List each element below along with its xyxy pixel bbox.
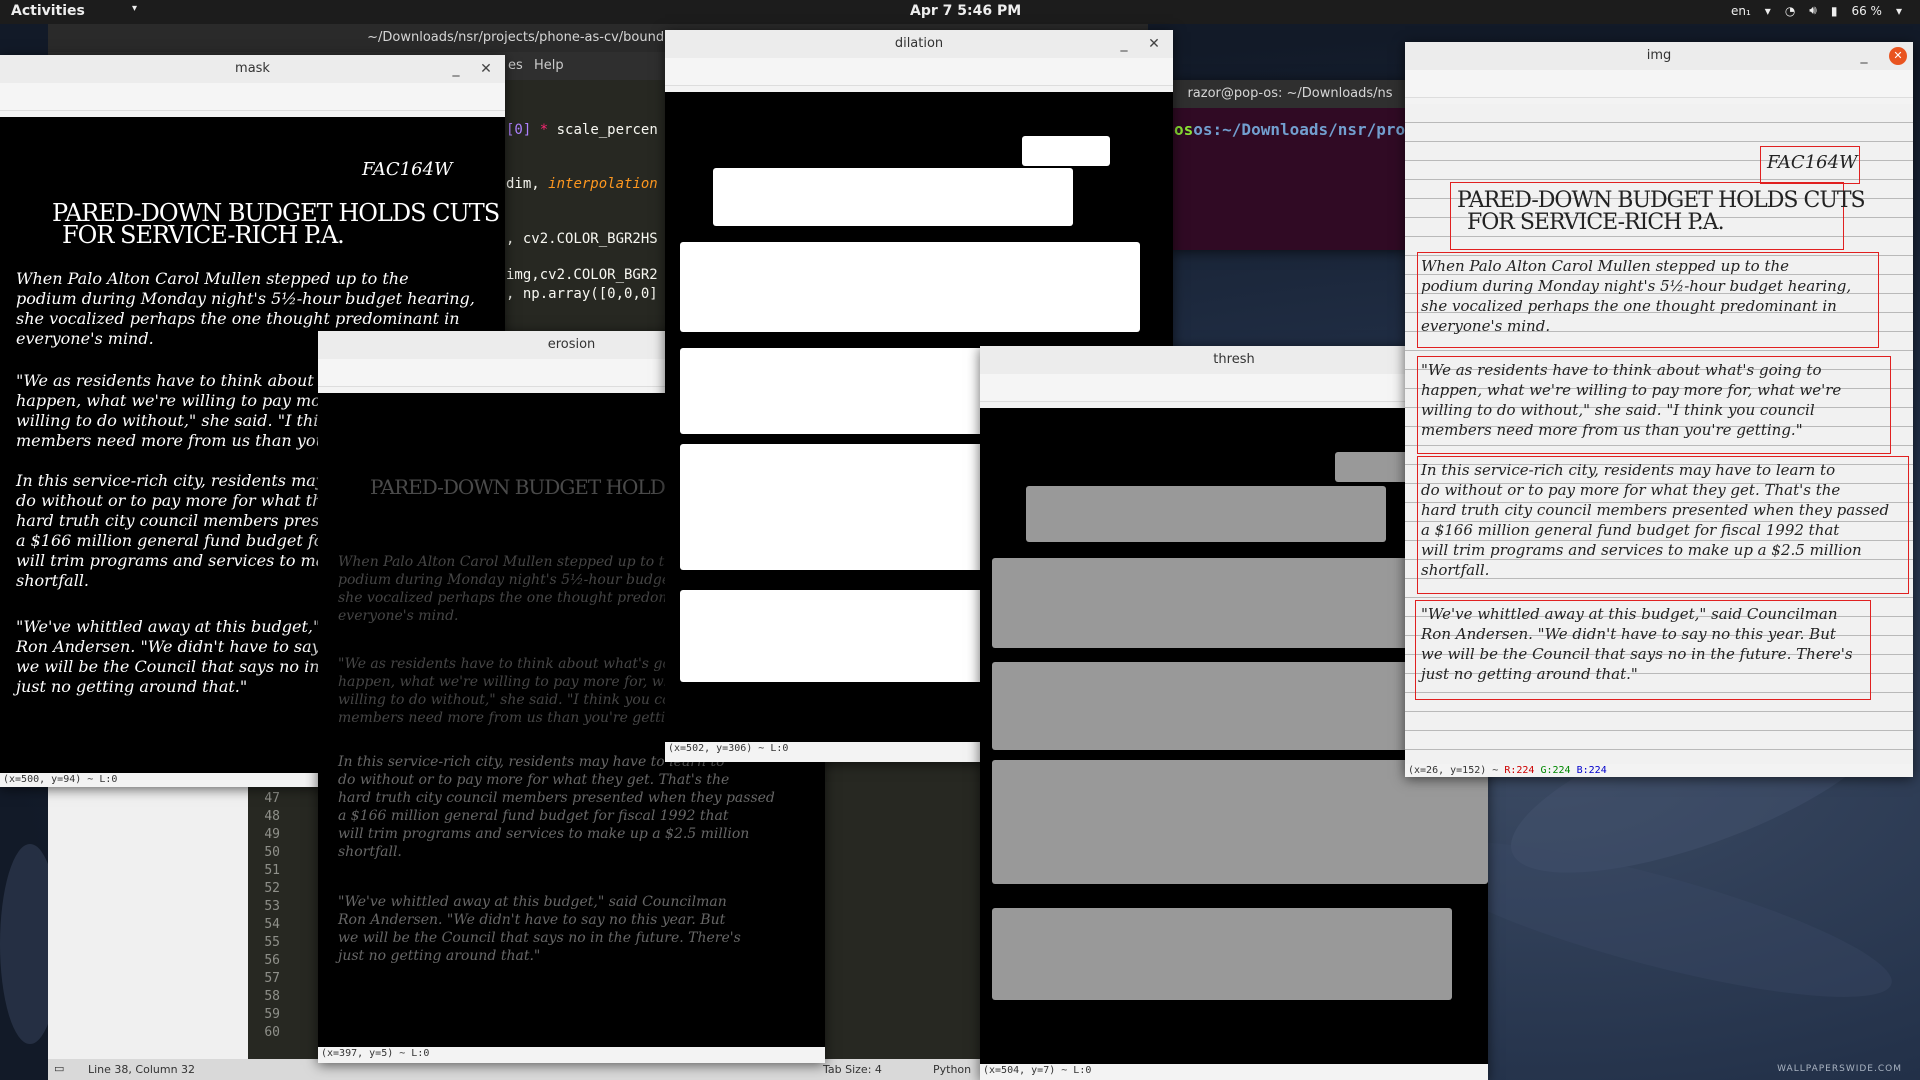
terminal-title: razor@pop-os: ~/Downloads/ns [1187, 86, 1393, 101]
window-title: mask [235, 61, 270, 76]
window-title: thresh [1213, 352, 1255, 367]
doc-paragraph: "We as residents have to think about wha… [1421, 361, 1842, 439]
blob [713, 168, 1073, 226]
battery-icon[interactable]: ▮ [1831, 4, 1838, 18]
code-line[interactable]: dim, interpolation [506, 176, 658, 192]
mask-toolbar [0, 83, 505, 111]
blob [1022, 136, 1110, 166]
cursor-position[interactable]: Line 38, Column 32 [88, 1063, 195, 1076]
img-window: img _ ✕ FAC164W PARED-DOWN BUDGET HOLDS … [1405, 42, 1913, 777]
code-line[interactable]: , np.array([0,0,0] [506, 286, 658, 302]
terminal-window: razor@pop-os: ~/Downloads/ns osos:~/Down… [1170, 80, 1410, 250]
panel-toggle-icon[interactable]: ▭ [54, 1062, 64, 1075]
blob [992, 662, 1472, 750]
wifi-icon[interactable]: ◔ [1785, 4, 1795, 18]
blob [992, 908, 1452, 1000]
clock[interactable]: Apr 7 5:46 PM [910, 3, 1021, 19]
thresh-status: (x=504, y=7) ~ L:0 [980, 1064, 1483, 1078]
window-title: img [1646, 48, 1672, 63]
sidebar-panel [48, 784, 248, 1059]
img-toolbar [1405, 70, 1913, 98]
language-indicator[interactable]: en₁ [1731, 4, 1751, 18]
menu-item-help[interactable]: Help [534, 58, 564, 73]
line-numbers: 47 48 49 50 51 52 53 54 55 56 57 58 59 60 [264, 791, 280, 1040]
doc-paragraph: In this service-rich city, residents may… [1421, 461, 1890, 579]
doc-paragraph-faint: In this service-rich city, residents may… [338, 754, 775, 860]
battery-percent: 66 % [1851, 3, 1882, 18]
menu-item-partial[interactable]: es [508, 58, 523, 73]
erosion-status: (x=397, y=5) ~ L:0 [318, 1047, 821, 1061]
img-status: (x=26, y=152) ~ R:224 G:224 B:224 [1405, 764, 1913, 777]
dilation-titlebar: dilation _ ✕ [665, 30, 1173, 58]
tab-size[interactable]: Tab Size: 4 [823, 1063, 882, 1076]
minimize-button[interactable]: _ [445, 55, 467, 83]
activities-button[interactable]: Activities [11, 3, 85, 19]
blob [680, 242, 1140, 332]
code-line[interactable]: [0] * scale_percen [506, 122, 658, 138]
doc-paragraph-faint: "We've whittled away at this budget," sa… [338, 894, 741, 964]
chevron-down-icon[interactable]: ▾ [1765, 4, 1771, 18]
blob [1026, 486, 1386, 542]
close-button[interactable]: ✕ [475, 55, 497, 83]
img-titlebar: img _ ✕ [1405, 42, 1913, 70]
mask-titlebar: mask _ ✕ [0, 55, 505, 83]
doc-headline: FOR SERVICE-RICH P.A. [1467, 210, 1725, 235]
chevron-down-icon[interactable]: ▾ [132, 3, 137, 14]
minimize-button[interactable]: _ [1853, 42, 1875, 70]
img-canvas[interactable]: FAC164W PARED-DOWN BUDGET HOLDS CUTS FOR… [1405, 104, 1913, 764]
code-line[interactable]: , cv2.COLOR_BGR2HS [506, 231, 658, 247]
doc-paragraph: "We've whittled away at this budget," sa… [1421, 605, 1853, 683]
dilation-toolbar [665, 58, 1173, 86]
window-title: erosion [547, 337, 596, 352]
terminal-prompt[interactable]: osos:~/Downloads/nsr/proj [1174, 120, 1410, 139]
wallpaper-watermark: WALLPAPERSWIDE.COM [1777, 1064, 1902, 1074]
gutter: 47 48 49 50 51 52 53 54 55 56 57 58 59 60 [248, 784, 323, 1059]
doc-code: FAC164W [362, 159, 453, 180]
minimize-button[interactable]: _ [1113, 30, 1135, 58]
syntax-language[interactable]: Python [933, 1063, 971, 1076]
terminal-titlebar: razor@pop-os: ~/Downloads/ns [1170, 80, 1410, 108]
doc-paragraph: When Palo Alton Carol Mullen stepped up … [1421, 257, 1852, 335]
close-button[interactable]: ✕ [1143, 30, 1165, 58]
blob [992, 558, 1462, 648]
doc-code: FAC164W [1767, 152, 1858, 173]
close-button[interactable]: ✕ [1889, 47, 1907, 65]
code-line[interactable]: img,cv2.COLOR_BGR2 [506, 267, 658, 283]
top-bar: Activities ▾ Apr 7 5:46 PM en₁ ▾ ◔ 🔊︎ ▮ … [0, 0, 1920, 24]
chevron-down-icon[interactable]: ▾ [1896, 4, 1902, 18]
window-title: dilation [894, 36, 944, 51]
blob [992, 760, 1488, 884]
volume-icon[interactable]: 🔊︎ [1809, 3, 1817, 18]
doc-headline: FOR SERVICE-RICH P.A. [62, 221, 345, 249]
